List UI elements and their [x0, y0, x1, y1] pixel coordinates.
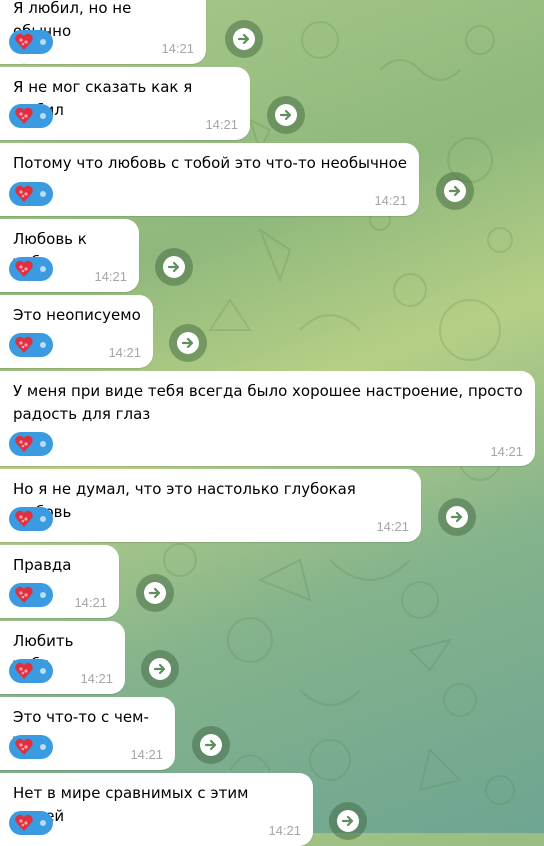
forward-button[interactable] — [169, 324, 207, 362]
forward-button[interactable] — [436, 172, 474, 210]
heart-roses-icon — [15, 336, 33, 353]
reaction-count-dot — [40, 668, 46, 674]
message-bubble[interactable]: Потому что любовь с тобой это что-то нео… — [0, 143, 419, 216]
reaction-count-dot — [40, 592, 46, 598]
message-bubble[interactable]: Это что-то с чем-то 14:21 — [0, 697, 175, 770]
message-text: Но я не думал, что это настолько глубока… — [13, 480, 356, 521]
message-bubble[interactable]: Я не мог сказать как я любил 14:21 — [0, 67, 250, 140]
heart-roses-icon — [15, 107, 33, 124]
heart-roses-icon — [15, 33, 33, 50]
message-bubble[interactable]: Правда 14:21 — [0, 545, 119, 618]
message-time: 14:21 — [374, 193, 407, 208]
reaction-badge[interactable] — [9, 432, 53, 456]
forward-button[interactable] — [225, 20, 263, 58]
message-bubble[interactable]: Это неописуемо 14:21 — [0, 295, 153, 368]
message-text: Правда — [13, 556, 72, 574]
message-text: Это неописуемо — [13, 306, 141, 324]
forward-arrow-icon — [446, 506, 468, 528]
message-bubble[interactable]: Нет в мире сравнимых с этим вещей 14:21 — [0, 773, 313, 846]
message-bubble[interactable]: Но я не думал, что это настолько глубока… — [0, 469, 421, 542]
reaction-badge[interactable] — [9, 30, 53, 54]
heart-roses-icon — [15, 260, 33, 277]
reaction-badge[interactable] — [9, 182, 53, 206]
reaction-count-dot — [40, 744, 46, 750]
message-bubble[interactable]: Любовь к тебе 14:21 — [0, 219, 139, 292]
heart-roses-icon — [15, 185, 33, 202]
message-time: 14:21 — [130, 747, 163, 762]
message-bubble[interactable]: У меня при виде тебя всегда было хорошее… — [0, 371, 535, 466]
forward-button[interactable] — [141, 650, 179, 688]
reaction-badge[interactable] — [9, 583, 53, 607]
message-time: 14:21 — [161, 41, 194, 56]
forward-arrow-icon — [149, 658, 171, 680]
message-time: 14:21 — [108, 345, 141, 360]
forward-arrow-icon — [337, 810, 359, 832]
reaction-badge[interactable] — [9, 333, 53, 357]
forward-button[interactable] — [438, 498, 476, 536]
message-time: 14:21 — [205, 117, 238, 132]
reaction-count-dot — [40, 820, 46, 826]
forward-arrow-icon — [144, 582, 166, 604]
reaction-count-dot — [40, 113, 46, 119]
reaction-count-dot — [40, 342, 46, 348]
forward-arrow-icon — [177, 332, 199, 354]
message-time: 14:21 — [490, 444, 523, 459]
message-time: 14:21 — [268, 823, 301, 838]
reaction-count-dot — [40, 191, 46, 197]
forward-arrow-icon — [163, 256, 185, 278]
message-time: 14:21 — [74, 595, 107, 610]
forward-arrow-icon — [275, 104, 297, 126]
reaction-badge[interactable] — [9, 659, 53, 683]
reaction-count-dot — [40, 516, 46, 522]
heart-roses-icon — [15, 586, 33, 603]
reaction-badge[interactable] — [9, 507, 53, 531]
heart-roses-icon — [15, 510, 33, 527]
forward-button[interactable] — [192, 726, 230, 764]
message-time: 14:21 — [376, 519, 409, 534]
reaction-badge[interactable] — [9, 735, 53, 759]
reaction-count-dot — [40, 39, 46, 45]
message-bubble[interactable]: Любить тебя 14:21 — [0, 621, 125, 694]
message-text: Потому что любовь с тобой это что-то нео… — [13, 154, 408, 172]
reaction-badge[interactable] — [9, 811, 53, 835]
heart-roses-icon — [15, 435, 33, 452]
forward-button[interactable] — [155, 248, 193, 286]
forward-button[interactable] — [267, 96, 305, 134]
message-time: 14:21 — [80, 671, 113, 686]
message-time: 14:21 — [94, 269, 127, 284]
reaction-count-dot — [40, 266, 46, 272]
reaction-badge[interactable] — [9, 257, 53, 281]
reaction-badge[interactable] — [9, 104, 53, 128]
message-text: У меня при виде тебя всегда было хорошее… — [13, 382, 523, 423]
forward-button[interactable] — [329, 802, 367, 840]
message-text: Нет в мире сравнимых с этим вещей — [13, 784, 249, 825]
forward-button[interactable] — [136, 574, 174, 612]
heart-roses-icon — [15, 814, 33, 831]
forward-arrow-icon — [233, 28, 255, 50]
forward-arrow-icon — [200, 734, 222, 756]
heart-roses-icon — [15, 738, 33, 755]
reaction-count-dot — [40, 441, 46, 447]
heart-roses-icon — [15, 662, 33, 679]
forward-arrow-icon — [444, 180, 466, 202]
message-bubble[interactable]: Я любил, но не обычно 14:21 — [0, 0, 206, 64]
